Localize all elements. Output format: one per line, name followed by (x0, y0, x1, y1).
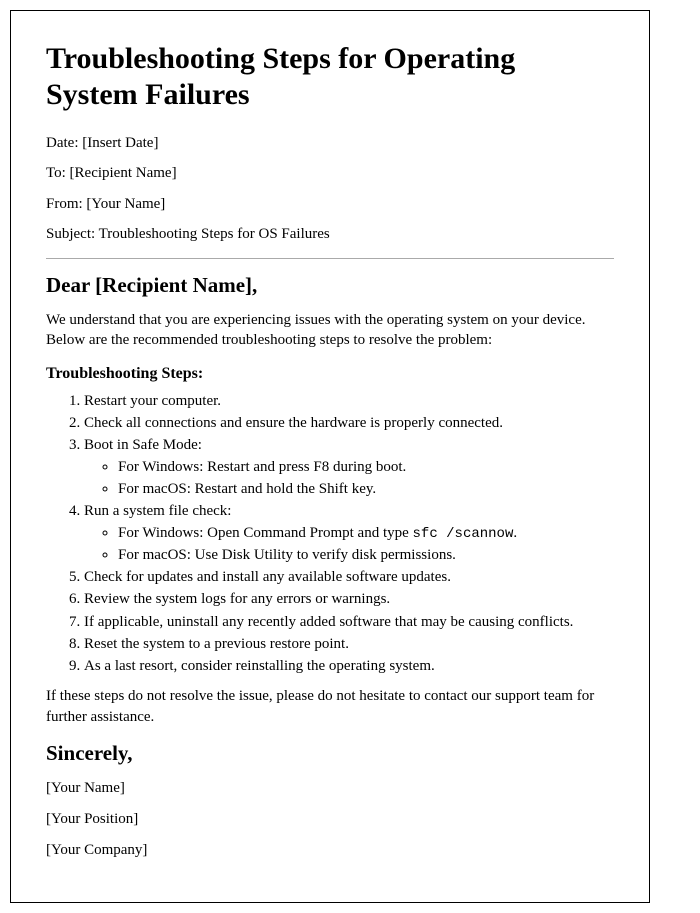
closing-note: If these steps do not resolve the issue,… (46, 686, 614, 727)
substep-text: For Windows: Open Command Prompt and typ… (118, 525, 413, 541)
substep-item: For Windows: Restart and press F8 during… (118, 457, 614, 477)
substep-item: For macOS: Use Disk Utility to verify di… (118, 545, 614, 565)
meta-block: Date: [Insert Date] To: [Recipient Name]… (46, 133, 614, 244)
intro-paragraph: We understand that you are experiencing … (46, 310, 614, 351)
document-page: Troubleshooting Steps for Operating Syst… (10, 10, 650, 903)
step-text: Run a system file check: (84, 503, 231, 519)
salutation: Dear [Recipient Name], (46, 273, 614, 298)
meta-subject: Subject: Troubleshooting Steps for OS Fa… (46, 224, 614, 244)
steps-list: Restart your computer. Check all connect… (46, 391, 614, 677)
step-item: Run a system file check: For Windows: Op… (84, 501, 614, 565)
step-item: Boot in Safe Mode: For Windows: Restart … (84, 435, 614, 499)
meta-from: From: [Your Name] (46, 194, 614, 214)
step-item: Review the system logs for any errors or… (84, 589, 614, 609)
signature-block: [Your Name] [Your Position] [Your Compan… (46, 778, 614, 861)
substep-text: . (513, 525, 517, 541)
signature-position: [Your Position] (46, 809, 614, 829)
step-text: Boot in Safe Mode: (84, 437, 202, 453)
steps-heading: Troubleshooting Steps: (46, 365, 614, 383)
substeps-list: For Windows: Open Command Prompt and typ… (84, 523, 614, 565)
page-title: Troubleshooting Steps for Operating Syst… (46, 41, 614, 113)
signoff: Sincerely, (46, 741, 614, 766)
meta-date: Date: [Insert Date] (46, 133, 614, 153)
divider (46, 258, 614, 259)
code-snippet: sfc /scannow (413, 526, 514, 542)
step-item: Check all connections and ensure the har… (84, 413, 614, 433)
substep-item: For Windows: Open Command Prompt and typ… (118, 523, 614, 544)
meta-to: To: [Recipient Name] (46, 163, 614, 183)
substep-item: For macOS: Restart and hold the Shift ke… (118, 479, 614, 499)
substeps-list: For Windows: Restart and press F8 during… (84, 457, 614, 499)
signature-company: [Your Company] (46, 840, 614, 860)
step-item: Check for updates and install any availa… (84, 567, 614, 587)
signature-name: [Your Name] (46, 778, 614, 798)
step-item: Reset the system to a previous restore p… (84, 634, 614, 654)
step-item: Restart your computer. (84, 391, 614, 411)
step-item: As a last resort, consider reinstalling … (84, 656, 614, 676)
step-item: If applicable, uninstall any recently ad… (84, 612, 614, 632)
